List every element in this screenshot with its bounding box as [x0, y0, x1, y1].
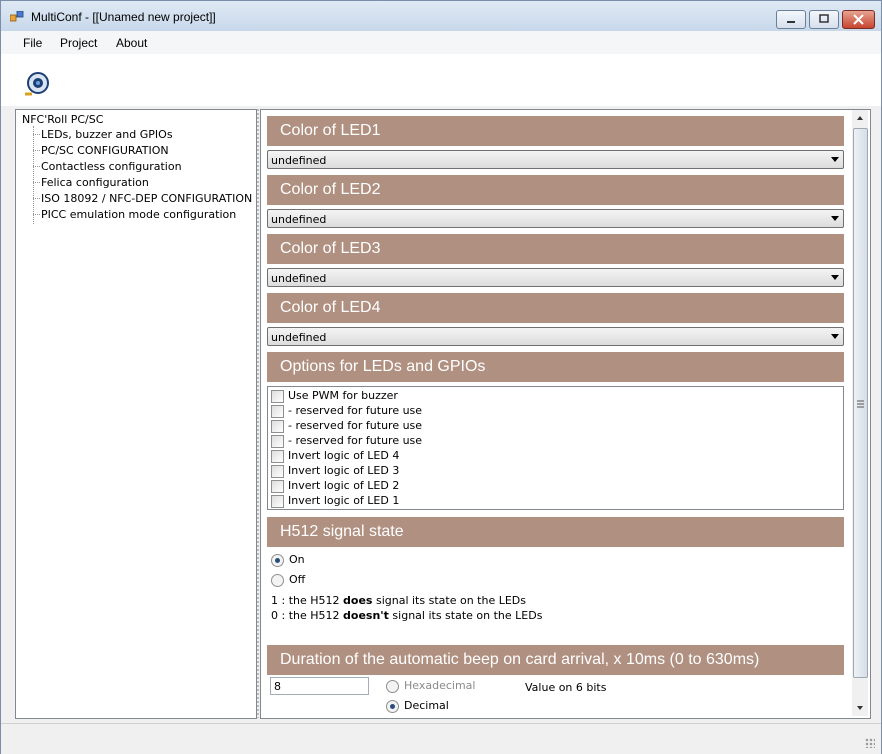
config-tree[interactable]: NFC'Roll PC/SC LEDs, buzzer and GPIOs PC…: [15, 109, 257, 719]
option-label: Invert logic of LED 3: [288, 464, 400, 477]
checkbox[interactable]: [271, 435, 284, 448]
radio-label: Hexadecimal: [404, 679, 476, 692]
toolbar: [1, 54, 881, 106]
bits-note: Value on 6 bits: [525, 681, 607, 694]
checkbox[interactable]: [271, 420, 284, 433]
status-bar: [1, 723, 881, 754]
led2-color-select[interactable]: undefined: [267, 209, 844, 228]
tree-connector: [33, 126, 34, 224]
beep-duration-input[interactable]: 8: [270, 677, 369, 695]
chevron-down-icon: [831, 157, 839, 162]
chevron-down-icon: [831, 275, 839, 280]
reader-icon[interactable]: [23, 72, 49, 98]
menu-project[interactable]: Project: [60, 36, 97, 50]
menu-file[interactable]: File: [23, 36, 42, 50]
main-window: MultiConf - [[Unamed new project]] File …: [0, 0, 882, 754]
led1-header: Color of LED1: [267, 116, 844, 146]
option-label: Invert logic of LED 2: [288, 479, 400, 492]
minimize-icon: [787, 21, 795, 23]
radio-label: On: [289, 553, 305, 566]
checkbox[interactable]: [271, 390, 284, 403]
tree-item-contactless[interactable]: Contactless configuration: [41, 160, 182, 173]
tree-connector: [33, 182, 40, 183]
resize-grip-icon[interactable]: [865, 738, 875, 748]
radio-label: Off: [289, 573, 306, 586]
tree-item-pcsc[interactable]: PC/SC CONFIGURATION: [41, 144, 169, 157]
option-label: - reserved for future use: [288, 404, 423, 417]
close-icon: [853, 14, 864, 25]
minimize-button[interactable]: [776, 10, 806, 29]
maximize-button[interactable]: [809, 10, 839, 29]
beep-header: Duration of the automatic beep on card a…: [267, 645, 844, 675]
grip-icon: [857, 400, 864, 408]
option-label: Use PWM for buzzer: [288, 389, 398, 402]
tree-connector: [33, 214, 40, 215]
tree-item-iso18092[interactable]: ISO 18092 / NFC-DEP CONFIGURATION: [41, 192, 252, 205]
led4-color-value: undefined: [271, 331, 327, 344]
led3-color-select[interactable]: undefined: [267, 268, 844, 287]
chevron-down-icon: [831, 334, 839, 339]
settings-panel: Color of LED1 undefined Color of LED2 un…: [260, 109, 871, 719]
radio-button[interactable]: [271, 574, 284, 587]
h512-desc-0: 0 : the H512 doesn't signal its state on…: [271, 609, 542, 622]
led2-color-value: undefined: [271, 213, 327, 226]
radio-button[interactable]: [386, 700, 399, 713]
menu-bar: File Project About: [1, 31, 881, 54]
desc-text: signal its state on the LEDs: [388, 609, 543, 622]
radio-button[interactable]: [271, 554, 284, 567]
desc-text: signal its state on the LEDs: [372, 594, 526, 607]
desc-bold: doesn't: [343, 609, 389, 622]
option-label: - reserved for future use: [288, 419, 423, 432]
option-label: Invert logic of LED 4: [288, 449, 400, 462]
splitter[interactable]: [257, 109, 259, 718]
led4-color-select[interactable]: undefined: [267, 327, 844, 346]
scroll-up-icon[interactable]: [852, 110, 868, 126]
panel-scrollbar[interactable]: [852, 110, 868, 716]
led3-header: Color of LED3: [267, 234, 844, 264]
scroll-thumb[interactable]: [853, 128, 868, 678]
led2-header: Color of LED2: [267, 175, 844, 205]
option-label: Invert logic of LED 1: [288, 494, 400, 507]
tree-connector: [33, 198, 40, 199]
option-label: - reserved for future use: [288, 434, 423, 447]
tree-connector: [33, 166, 40, 167]
beep-duration-value: 8: [274, 680, 281, 693]
led3-color-value: undefined: [271, 272, 327, 285]
chevron-down-icon: [831, 216, 839, 221]
tree-item-leds[interactable]: LEDs, buzzer and GPIOs: [41, 128, 173, 141]
options-header: Options for LEDs and GPIOs: [267, 352, 844, 382]
tree-item-felica[interactable]: Felica configuration: [41, 176, 149, 189]
maximize-icon: [819, 14, 829, 23]
title-bar[interactable]: MultiConf - [[Unamed new project]]: [1, 1, 881, 32]
options-checklist[interactable]: Use PWM for buzzer - reserved for future…: [267, 386, 844, 510]
checkbox[interactable]: [271, 480, 284, 493]
checkbox[interactable]: [271, 405, 284, 418]
tree-root[interactable]: NFC'Roll PC/SC: [22, 113, 103, 126]
scroll-down-icon[interactable]: [852, 700, 868, 716]
close-button[interactable]: [842, 10, 875, 29]
desc-text: 0 : the H512: [271, 609, 344, 622]
h512-desc-1: 1 : the H512 does signal its state on th…: [271, 594, 526, 607]
menu-about[interactable]: About: [116, 36, 147, 50]
checkbox[interactable]: [271, 465, 284, 478]
radio-label: Decimal: [404, 699, 449, 712]
desc-bold: does: [343, 594, 373, 607]
led1-color-select[interactable]: undefined: [267, 150, 844, 169]
app-icon: [10, 11, 24, 22]
checkbox[interactable]: [271, 450, 284, 463]
h512-header: H512 signal state: [267, 517, 844, 547]
radio-button[interactable]: [386, 680, 399, 693]
led1-color-value: undefined: [271, 154, 327, 167]
tree-connector: [33, 150, 40, 151]
tree-connector: [33, 134, 40, 135]
checkbox[interactable]: [271, 495, 284, 508]
tree-item-picc-emulation[interactable]: PICC emulation mode configuration: [41, 208, 236, 221]
led4-header: Color of LED4: [267, 293, 844, 323]
desc-text: 1 : the H512: [271, 594, 344, 607]
window-title: MultiConf - [[Unamed new project]]: [31, 10, 216, 24]
